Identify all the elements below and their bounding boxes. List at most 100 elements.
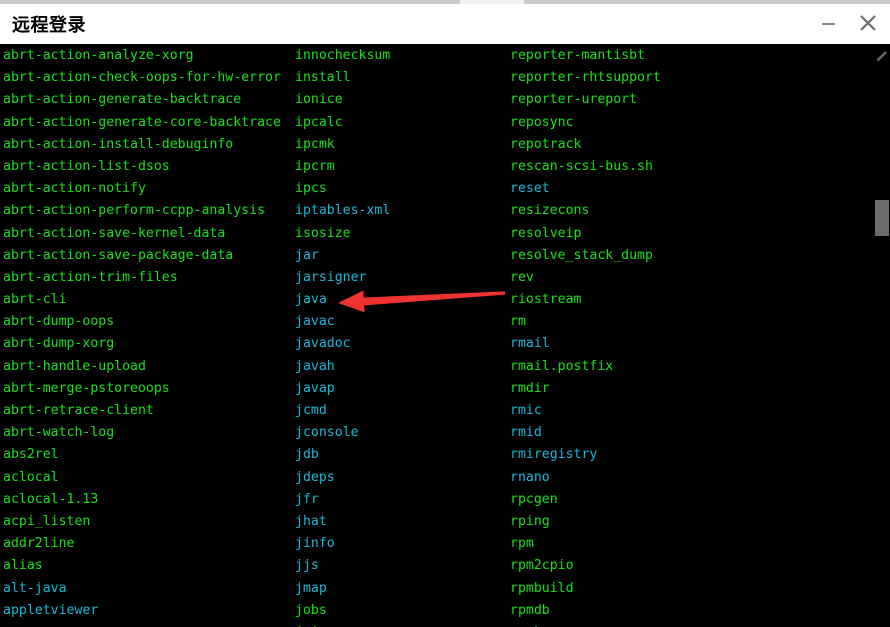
titlebar-top-strip: [0, 0, 890, 4]
terminal-entry-label: repotrack: [510, 136, 582, 152]
terminal-entry: rmiregistry: [510, 444, 661, 466]
scrollbar-thumb[interactable]: [875, 200, 889, 236]
terminal-entry: abrt-action-save-package-data: [3, 245, 281, 267]
terminal-entry: rmail: [510, 333, 661, 355]
terminal-entry: rpm: [510, 533, 661, 555]
terminal-entry-label: jjs: [295, 558, 319, 574]
terminal-entry: abrt-cli: [3, 289, 281, 311]
terminal-entry-label: abrt-dump-xorg: [3, 336, 115, 352]
terminal-entry-label: resolve_stack_dump: [510, 247, 653, 263]
terminal-entry: alt-java: [3, 578, 281, 600]
terminal-entry: ipcs: [295, 178, 390, 200]
terminal-entry-label: rpmbuild: [510, 580, 574, 596]
terminal-entry-label: resizecons: [510, 203, 590, 219]
terminal-entry: reporter-rhtsupport: [510, 67, 661, 89]
terminal-entry-label: abrt-dump-oops: [3, 314, 115, 330]
terminal-column-1: abrt-action-analyze-xorg abrt-action-chec…: [3, 45, 281, 627]
close-button[interactable]: [854, 10, 882, 36]
terminal-entry-label: addr2line: [3, 536, 75, 552]
terminal-entry-label: abrt-action-perform-ccpp-analysis: [3, 203, 266, 219]
terminal-entry: rm: [510, 311, 661, 333]
terminal-entry-label: appletviewer: [3, 602, 99, 618]
terminal-entry: abs2rel: [3, 444, 281, 466]
terminal-entry: apropos: [3, 622, 281, 627]
terminal-entry: jinfo: [295, 533, 390, 555]
terminal-entry-label: rmdir: [510, 380, 550, 396]
terminal-entry-label: rmail.postfix: [510, 358, 614, 374]
terminal-entry: javadoc: [295, 333, 390, 355]
terminal-entry-label: ipcrm: [295, 158, 335, 174]
terminal-output-area[interactable]: abrt-action-analyze-xorg abrt-action-chec…: [0, 45, 890, 627]
terminal-entry-label: rescan-scsi-bus.sh: [510, 158, 653, 174]
terminal-entry: abrt-merge-pstoreoops: [3, 378, 281, 400]
terminal-entry: reporter-mantisbt: [510, 45, 661, 67]
terminal-entry: abrt-watch-log: [3, 422, 281, 444]
terminal-entry: abrt-action-analyze-xorg: [3, 45, 281, 67]
terminal-entry-label: rmid: [510, 425, 542, 441]
terminal-entry: jcmd: [295, 400, 390, 422]
terminal-entry-label: abrt-action-analyze-xorg: [3, 48, 194, 63]
terminal-entry-label: abrt-action-notify: [3, 181, 146, 197]
minimize-icon: [814, 10, 842, 36]
terminal-entry: jarsigner: [295, 267, 390, 289]
terminal-entry-label: jdb: [295, 447, 319, 463]
minimize-button[interactable]: [814, 10, 842, 36]
terminal-entry-label: abrt-action-save-kernel-data: [3, 225, 226, 241]
terminal-entry-label: javah: [295, 358, 335, 374]
terminal-entry: abrt-action-trim-files: [3, 267, 281, 289]
window-titlebar: 远程登录: [0, 0, 890, 45]
terminal-entry-label: rev: [510, 269, 534, 285]
terminal-entry-label: rm: [510, 314, 526, 330]
terminal-entry-label: aclocal: [3, 469, 59, 485]
terminal-entry-label: java: [295, 292, 327, 308]
terminal-entry-label: jcmd: [295, 403, 327, 418]
terminal-entry: abrt-retrace-client: [3, 400, 281, 422]
terminal-entry: rpm2cpio: [510, 555, 661, 577]
terminal-entry-label: jobs: [295, 602, 327, 618]
terminal-entry-label: javadoc: [295, 336, 351, 352]
terminal-entry-label: abs2rel: [3, 447, 59, 463]
terminal-entry: rpmbuild: [510, 578, 661, 600]
terminal-entry-label: abrt-action-generate-core-backtrace: [3, 114, 281, 130]
terminal-entry: iptables-xml: [295, 200, 390, 222]
terminal-entry-label: isosize: [295, 225, 351, 241]
terminal-entry-label: reporter-rhtsupport: [510, 70, 661, 86]
terminal-entry-label: javac: [295, 314, 335, 330]
window-title: 远程登录: [12, 15, 86, 36]
terminal-entry: abrt-dump-xorg: [3, 333, 281, 355]
terminal-entry: abrt-action-generate-backtrace: [3, 89, 281, 111]
terminal-entry: abrt-action-install-debuginfo: [3, 134, 281, 156]
terminal-entry: rmdir: [510, 378, 661, 400]
scroll-up-arrow-icon[interactable]: [876, 48, 888, 62]
close-icon: [854, 10, 882, 36]
terminal-entry-label: jconsole: [295, 425, 359, 441]
terminal-entry-label: abrt-merge-pstoreoops: [3, 380, 170, 396]
terminal-entry-label: abrt-action-install-debuginfo: [3, 136, 234, 152]
vertical-scrollbar[interactable]: [874, 45, 890, 627]
terminal-entry: alias: [3, 555, 281, 577]
terminal-entry: abrt-action-generate-core-backtrace: [3, 112, 281, 134]
terminal-entry: abrt-action-notify: [3, 178, 281, 200]
terminal-entry: resizecons: [510, 200, 661, 222]
terminal-entry: ionice: [295, 89, 390, 111]
terminal-entry-label: reposync: [510, 114, 574, 130]
terminal-entry-label: rmic: [510, 403, 542, 418]
terminal-entry-label: rping: [510, 513, 550, 529]
terminal-entry: rnano: [510, 467, 661, 489]
terminal-column-3: reporter-mantisbt reporter-rhtsupport repo…: [510, 45, 661, 627]
terminal-entry: java: [295, 289, 390, 311]
terminal-entry-label: jdeps: [295, 469, 335, 485]
terminal-entry-label: ipcalc: [295, 114, 343, 130]
terminal-entry: appletviewer: [3, 600, 281, 622]
terminal-entry: rpmkeys: [510, 622, 661, 627]
terminal-entry-label: aclocal-1.13: [3, 491, 99, 507]
terminal-entry-label: rmail: [510, 336, 550, 352]
terminal-entry-label: jarsigner: [295, 269, 367, 285]
terminal-entry: ipcmk: [295, 134, 390, 156]
terminal-entry-label: rpm2cpio: [510, 558, 574, 574]
terminal-entry-label: innochecksum: [295, 48, 391, 63]
terminal-entry-label: rmiregistry: [510, 447, 598, 463]
terminal-entry: javac: [295, 311, 390, 333]
terminal-entry-label: ipcmk: [295, 136, 335, 152]
terminal-entry: jfr: [295, 489, 390, 511]
